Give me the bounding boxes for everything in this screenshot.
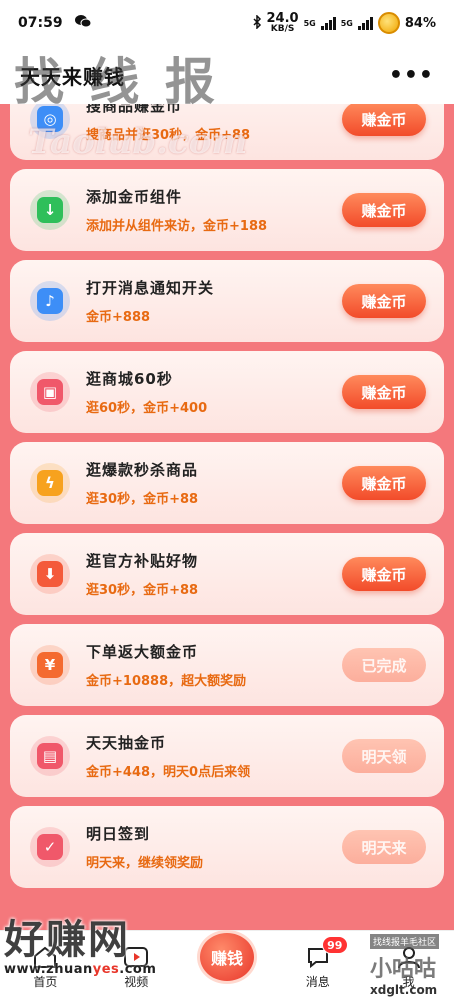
task-title: 打开消息通知开关 xyxy=(86,279,215,297)
nav-video[interactable]: 视频 xyxy=(91,930,182,1000)
task-reward: 搜商品并逛30秒，金币+88 xyxy=(86,128,251,143)
task-card[interactable]: ✓ 明日签到 明天来，继续领奖励 明天来 xyxy=(10,806,444,888)
earn-coins-button[interactable]: 赚金币 xyxy=(342,466,426,500)
nav-me-label: 我 xyxy=(402,975,415,989)
page-title: 天天来赚钱 xyxy=(20,64,125,89)
task-reward: 金币+10888，超大额奖励 xyxy=(86,674,247,689)
task-text: 打开消息通知开关 金币+888 xyxy=(86,277,342,325)
search-icon: ◎ xyxy=(30,104,70,139)
battery-coin-icon xyxy=(377,12,400,34)
status-indicators: 24.0 KB/S 5G 5G 84% xyxy=(252,12,436,34)
nav-messages[interactable]: 99 消息 xyxy=(272,930,363,1000)
earn-coins-button[interactable]: 赚金币 xyxy=(342,557,426,591)
task-text: 添加金币组件添加并从组件来访，金币+188 xyxy=(86,186,342,234)
more-options-icon[interactable]: ••• xyxy=(389,63,434,88)
earn-center-button[interactable]: 赚钱 xyxy=(196,930,257,984)
lottery-machine-icon: ▤ xyxy=(30,736,70,776)
task-card[interactable]: ▣ 逛商城60秒 逛60秒，金币+400 赚金币 xyxy=(10,351,444,433)
task-status-button[interactable]: 明天领 xyxy=(342,739,426,773)
task-text: 逛爆款秒杀商品 逛30秒，金币+88 xyxy=(86,459,342,507)
task-text: 逛官方补贴好物 逛30秒，金币+88 xyxy=(86,550,342,598)
arrow-down-icon: ⬇ xyxy=(30,554,70,594)
task-reward: 金币+448，明天0点后来领 xyxy=(86,765,251,780)
task-card[interactable]: ϟ 逛爆款秒杀商品 逛30秒，金币+88 赚金币 xyxy=(10,442,444,524)
task-text: 天天抽金币金币+448，明天0点后来领 xyxy=(86,732,342,780)
task-reward: 添加并从组件来访，金币+188 xyxy=(86,219,268,234)
task-title: 逛爆款秒杀商品 xyxy=(86,461,199,479)
nav-home-label: 首页 xyxy=(33,975,58,989)
signal-icon-2 xyxy=(357,16,373,30)
bluetooth-icon xyxy=(252,13,262,32)
task-status-button[interactable]: 明天来 xyxy=(342,830,426,864)
task-reward: 金币+888 xyxy=(86,310,151,325)
bottom-navigation: 首页 视频 赚钱 99 消息 我 xyxy=(0,930,454,1000)
task-status-button[interactable]: 已完成 xyxy=(342,648,426,682)
earn-coins-button[interactable]: 赚金币 xyxy=(342,284,426,318)
task-title: 添加金币组件 xyxy=(86,188,183,206)
task-list-area[interactable]: ◎ 搜商品赚金币 搜商品并逛30秒，金币+88 赚金币 ↓ 添加金币组件 添加并从组件来访，… xyxy=(0,104,454,930)
coupon-yen-icon: ¥ xyxy=(30,645,70,685)
task-reward: 逛30秒，金币+88 xyxy=(86,492,199,507)
signal-label-1: 5G xyxy=(303,18,316,28)
task-title: 逛商城60秒 xyxy=(86,370,173,388)
status-time: 07:59 xyxy=(18,15,63,31)
home-icon xyxy=(32,945,58,969)
battery-percent: 84% xyxy=(404,15,436,31)
status-bar: 07:59 24.0 KB/S 5G 5G 84% xyxy=(0,0,454,46)
task-title: 搜商品赚金币 xyxy=(86,104,183,115)
nav-messages-label: 消息 xyxy=(305,975,330,989)
download-widget-icon: ↓ xyxy=(30,190,70,230)
page-header: 天天来赚钱 ••• xyxy=(0,46,454,104)
nav-me[interactable]: 我 xyxy=(363,930,454,1000)
task-title: 明日签到 xyxy=(86,825,151,843)
task-reward: 逛30秒，金币+88 xyxy=(86,583,199,598)
task-card[interactable]: ◎ 搜商品赚金币 搜商品并逛30秒，金币+88 赚金币 xyxy=(10,104,444,160)
video-icon xyxy=(123,945,149,969)
signal-label-2: 5G xyxy=(340,18,353,28)
task-title: 下单返大额金币 xyxy=(86,643,199,661)
messages-badge: 99 xyxy=(321,936,348,954)
task-text: 下单返大额金币金币+10888，超大额奖励 xyxy=(86,641,342,689)
earn-coins-button[interactable]: 赚金币 xyxy=(342,375,426,409)
nav-earn[interactable]: 赚钱 xyxy=(182,930,273,1000)
task-title: 天天抽金币 xyxy=(86,734,167,752)
earn-coins-button[interactable]: 赚金币 xyxy=(342,193,426,227)
nav-video-label: 视频 xyxy=(124,975,149,989)
user-icon xyxy=(396,945,422,969)
task-text: 逛商城60秒逛60秒，金币+400 xyxy=(86,368,342,416)
task-text: 明日签到明天来，继续领奖励 xyxy=(86,823,342,871)
task-card[interactable]: ¥ 下单返大额金币 金币+10888，超大额奖励 已完成 xyxy=(10,624,444,706)
bell-icon: ♪ xyxy=(30,281,70,321)
task-card[interactable]: ♪ 打开消息通知开关 金币+888 赚金币 xyxy=(10,260,444,342)
net-speed: 24.0 KB/S xyxy=(267,12,299,34)
task-card[interactable]: ↓ 添加金币组件 添加并从组件来访，金币+188 赚金币 xyxy=(10,169,444,251)
task-reward: 逛60秒，金币+400 xyxy=(86,401,208,416)
task-card[interactable]: ⬇ 逛官方补贴好物 逛30秒，金币+88 赚金币 xyxy=(10,533,444,615)
task-list: ◎ 搜商品赚金币 搜商品并逛30秒，金币+88 赚金币 ↓ 添加金币组件 添加并从组件来访，… xyxy=(10,104,444,897)
wechat-notification-icon xyxy=(74,14,92,32)
calendar-check-icon: ✓ xyxy=(30,827,70,867)
signal-icon-1 xyxy=(320,16,336,30)
earn-coins-button[interactable]: 赚金币 xyxy=(342,104,426,136)
task-title: 逛官方补贴好物 xyxy=(86,552,199,570)
task-text: 搜商品赚金币搜商品并逛30秒，金币+88 xyxy=(86,104,342,143)
nav-home[interactable]: 首页 xyxy=(0,930,91,1000)
lightning-icon: ϟ xyxy=(30,463,70,503)
task-reward: 明天来，继续领奖励 xyxy=(86,856,204,871)
shopping-bag-icon: ▣ xyxy=(30,372,70,412)
net-speed-unit: KB/S xyxy=(270,23,295,34)
task-card[interactable]: ▤ 天天抽金币 金币+448，明天0点后来领 明天领 xyxy=(10,715,444,797)
